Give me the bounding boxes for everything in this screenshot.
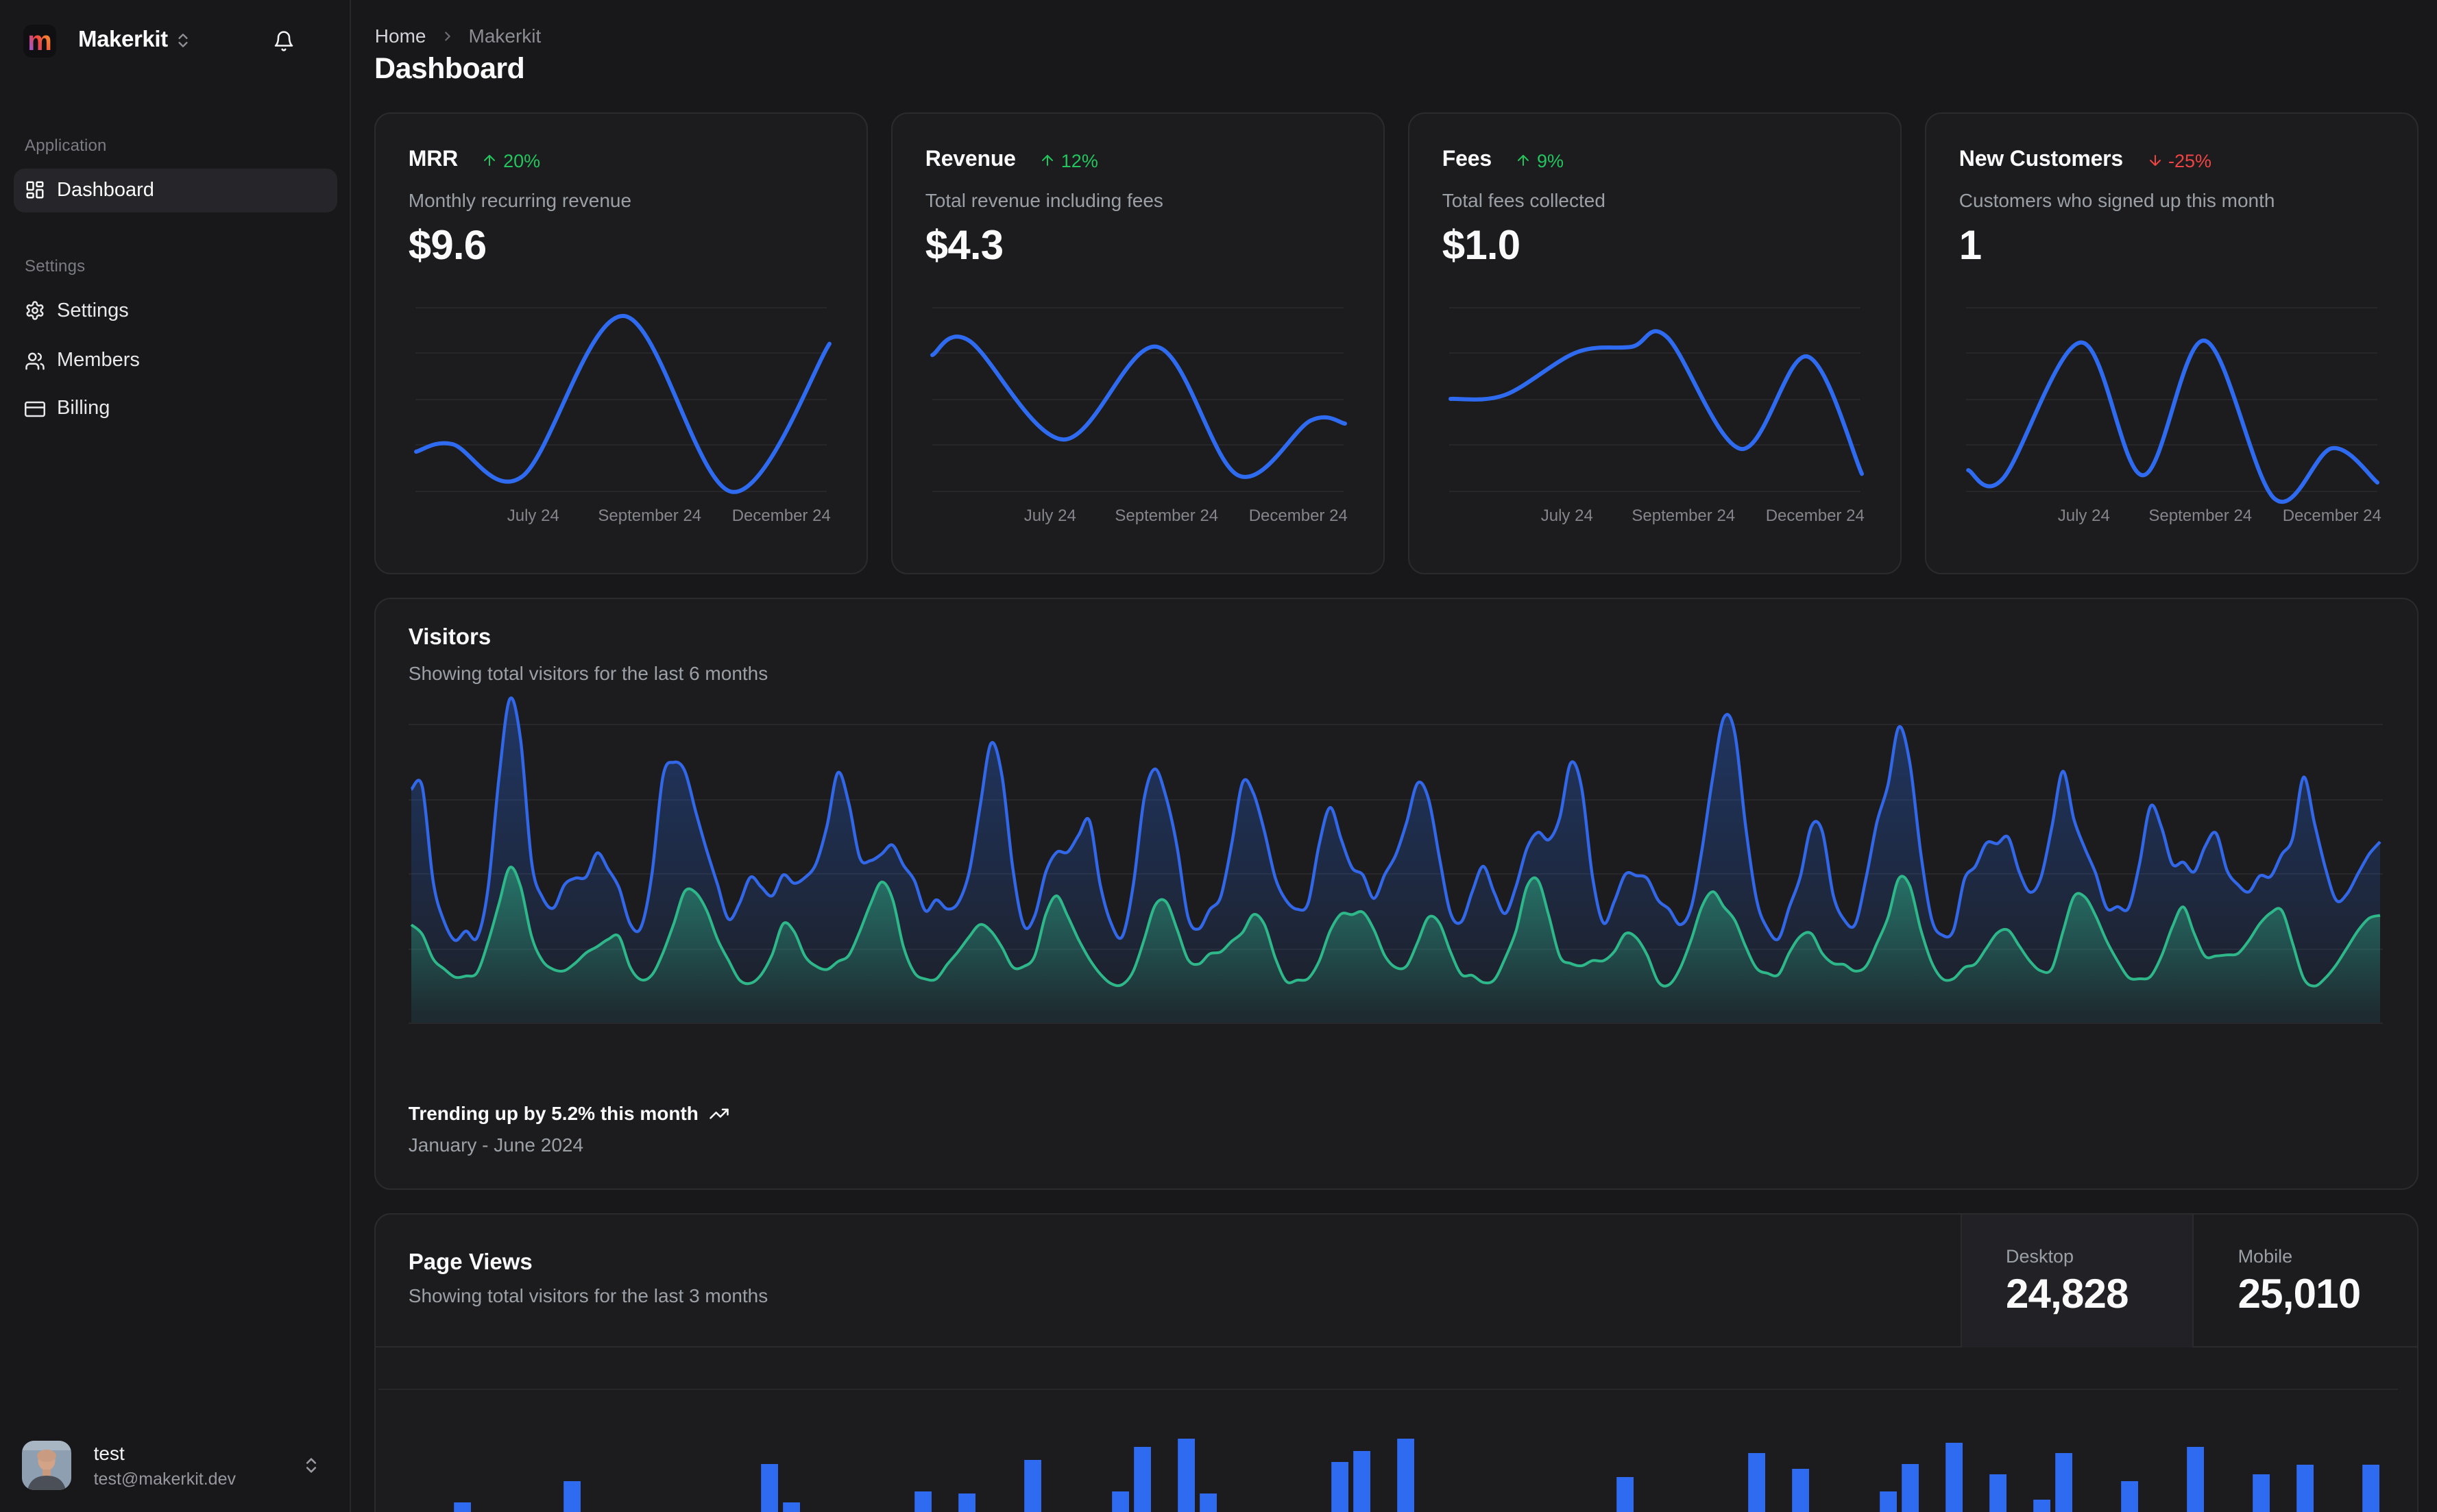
svg-text:m: m [27, 26, 51, 56]
